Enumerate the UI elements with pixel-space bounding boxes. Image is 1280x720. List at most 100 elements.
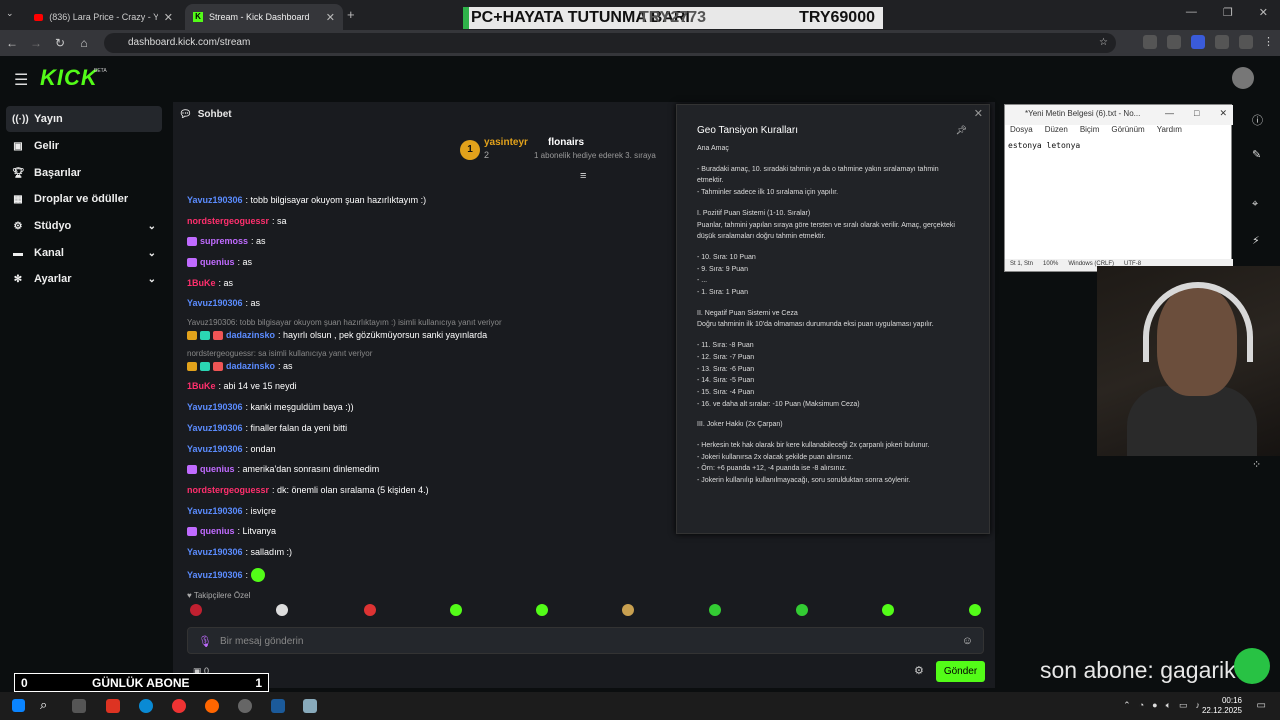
minimize-icon[interactable]: — bbox=[1165, 108, 1174, 119]
menu-item-bicim[interactable]: Biçim bbox=[1080, 125, 1100, 139]
emote-icon[interactable] bbox=[622, 604, 634, 616]
menu-item-gorunum[interactable]: Görünüm bbox=[1111, 125, 1144, 139]
firefox-icon[interactable] bbox=[205, 699, 219, 713]
send-button[interactable]: Gönder bbox=[936, 661, 985, 682]
sidebar-item-droplar[interactable]: ▦ Droplar ve ödüller bbox=[6, 186, 162, 212]
chat-username[interactable]: Yavuz190306 bbox=[187, 423, 243, 433]
emote-icon[interactable] bbox=[364, 604, 376, 616]
chat-username[interactable]: Yavuz190306 bbox=[187, 195, 243, 205]
bookmark-star-icon[interactable]: ☆ bbox=[1099, 33, 1108, 53]
battery-icon[interactable]: ▭ bbox=[1179, 700, 1188, 711]
leaderboard-user[interactable]: flonairs bbox=[548, 137, 584, 148]
chat-username[interactable]: Yavuz190306 bbox=[187, 547, 243, 557]
emote-icon[interactable] bbox=[709, 604, 721, 616]
extension-icon[interactable] bbox=[1143, 35, 1157, 49]
chevron-up-icon[interactable]: ⌃ bbox=[1123, 700, 1131, 711]
apps-icon[interactable]: ⁘ bbox=[1252, 458, 1261, 471]
collapse-pin-icon[interactable]: ≡ bbox=[580, 170, 586, 182]
sidebar-item-kanal[interactable]: ▬ Kanal ⌄ bbox=[6, 240, 162, 266]
chat-username[interactable]: quenius bbox=[200, 257, 235, 267]
close-icon[interactable]: ✕ bbox=[326, 11, 335, 24]
edge-icon[interactable] bbox=[139, 699, 153, 713]
microphone-icon[interactable]: ● bbox=[1152, 700, 1157, 711]
back-icon[interactable]: ← bbox=[0, 36, 24, 50]
leaderboard-user[interactable]: yasinteyr bbox=[484, 137, 528, 148]
chat-username[interactable]: nordstergeoguessr bbox=[187, 216, 269, 226]
close-icon[interactable]: ✕ bbox=[1219, 108, 1227, 119]
speaker-icon[interactable]: ♪ bbox=[1196, 700, 1201, 711]
emote-icon[interactable] bbox=[969, 604, 981, 616]
maximize-icon[interactable]: ❐ bbox=[1223, 6, 1233, 19]
menu-item-yardim[interactable]: Yardım bbox=[1157, 125, 1182, 139]
url-input[interactable]: dashboard.kick.com/stream ☆ bbox=[104, 33, 1116, 53]
puzzle-icon[interactable] bbox=[1215, 35, 1229, 49]
tab-youtube[interactable]: (836) Lara Price - Crazy - YouTube ✕ bbox=[26, 4, 181, 30]
chrome-icon[interactable] bbox=[172, 699, 186, 713]
network-icon[interactable]: ◔ bbox=[1139, 700, 1144, 711]
chat-username[interactable]: dadazinsko bbox=[226, 330, 275, 340]
profile-icon[interactable] bbox=[1239, 35, 1253, 49]
close-icon[interactable]: ✕ bbox=[1259, 6, 1268, 19]
kick-logo[interactable]: KICK bbox=[40, 65, 98, 91]
chat-username[interactable]: Yavuz190306 bbox=[187, 402, 243, 412]
chat-username[interactable]: quenius bbox=[200, 464, 235, 474]
chat-username[interactable]: supremoss bbox=[200, 236, 248, 246]
maximize-icon[interactable]: □ bbox=[1194, 108, 1199, 119]
emote-icon[interactable] bbox=[536, 604, 548, 616]
chat-username[interactable]: 1BuKe bbox=[187, 381, 216, 391]
chat-username[interactable]: Yavuz190306 bbox=[187, 570, 243, 580]
sidebar-item-yayin[interactable]: ((·)) Yayın bbox=[6, 106, 162, 132]
lightning-icon[interactable]: ⚡︎ bbox=[1252, 234, 1260, 247]
copilot-icon[interactable] bbox=[106, 699, 120, 713]
menu-item-dosya[interactable]: Dosya bbox=[1010, 125, 1033, 139]
chat-username[interactable]: nordstergeoguessr bbox=[187, 485, 269, 495]
chat-username[interactable]: 1BuKe bbox=[187, 278, 216, 288]
clock[interactable]: 00:16 22.12.2025 bbox=[1202, 696, 1242, 716]
chat-username[interactable]: quenius bbox=[200, 526, 235, 536]
windows-start-icon[interactable] bbox=[12, 699, 25, 712]
new-tab-button[interactable]: + bbox=[347, 7, 355, 22]
minimize-icon[interactable]: — bbox=[1186, 6, 1197, 19]
chat-username[interactable]: Yavuz190306 bbox=[187, 444, 243, 454]
pin-icon[interactable]: 📌︎ bbox=[956, 125, 967, 136]
emote-icon[interactable] bbox=[190, 604, 202, 616]
sidebar-item-gelir[interactable]: ▣ Gelir bbox=[6, 133, 162, 159]
home-icon[interactable]: ⌂ bbox=[72, 36, 96, 50]
steam-icon[interactable] bbox=[271, 699, 285, 713]
gear-icon[interactable]: ⚙ bbox=[914, 664, 924, 677]
volume-icon[interactable]: 🔈︎ bbox=[1166, 700, 1171, 711]
chat-message-input[interactable]: 🎙︎ Bir mesaj gönderin ☺ bbox=[187, 627, 984, 654]
emote-icon[interactable] bbox=[276, 604, 288, 616]
notification-icon[interactable]: ▭ bbox=[1257, 700, 1266, 711]
emote-icon[interactable] bbox=[882, 604, 894, 616]
close-icon[interactable]: ✕ bbox=[164, 11, 173, 24]
reload-icon[interactable]: ↻ bbox=[48, 36, 72, 50]
sidebar-item-studyo[interactable]: ⚙ Stüdyo ⌄ bbox=[6, 213, 162, 239]
info-icon[interactable]: ⓘ bbox=[1252, 112, 1263, 128]
sidebar-item-ayarlar[interactable]: ✻ Ayarlar ⌄ bbox=[6, 266, 162, 292]
tab-kick-dashboard[interactable]: K Stream - Kick Dashboard ✕ bbox=[185, 4, 343, 30]
obs-icon[interactable] bbox=[238, 699, 252, 713]
emote-icon[interactable] bbox=[796, 604, 808, 616]
notepad-icon[interactable] bbox=[303, 699, 317, 713]
forward-icon[interactable]: → bbox=[24, 36, 48, 50]
tab-search-icon[interactable]: ⌄ bbox=[6, 8, 14, 19]
task-view-icon[interactable] bbox=[72, 699, 86, 713]
chat-username[interactable]: Yavuz190306 bbox=[187, 298, 243, 308]
menu-icon[interactable]: ⋮ bbox=[1263, 35, 1274, 49]
menu-item-duzen[interactable]: Düzen bbox=[1045, 125, 1068, 139]
avatar[interactable] bbox=[1232, 67, 1254, 89]
chat-username[interactable]: dadazinsko bbox=[226, 361, 275, 371]
chat-username[interactable]: Yavuz190306 bbox=[187, 506, 243, 516]
pencil-icon[interactable]: ✎ bbox=[1252, 148, 1261, 161]
search-icon[interactable]: ⌕ bbox=[40, 697, 47, 713]
shield-icon[interactable] bbox=[1167, 35, 1181, 49]
sidebar-item-basarilar[interactable]: 🏆︎ Başarılar bbox=[6, 160, 162, 186]
microphone-icon[interactable]: 🎙︎ bbox=[198, 635, 212, 648]
emoji-icon[interactable]: ☺ bbox=[962, 635, 973, 647]
focus-icon[interactable]: ⌖ bbox=[1252, 198, 1258, 211]
close-icon[interactable]: ✕ bbox=[974, 107, 983, 120]
emote-icon[interactable] bbox=[450, 604, 462, 616]
hamburger-icon[interactable]: ☰ bbox=[14, 70, 28, 90]
extension-icon[interactable] bbox=[1191, 35, 1205, 49]
